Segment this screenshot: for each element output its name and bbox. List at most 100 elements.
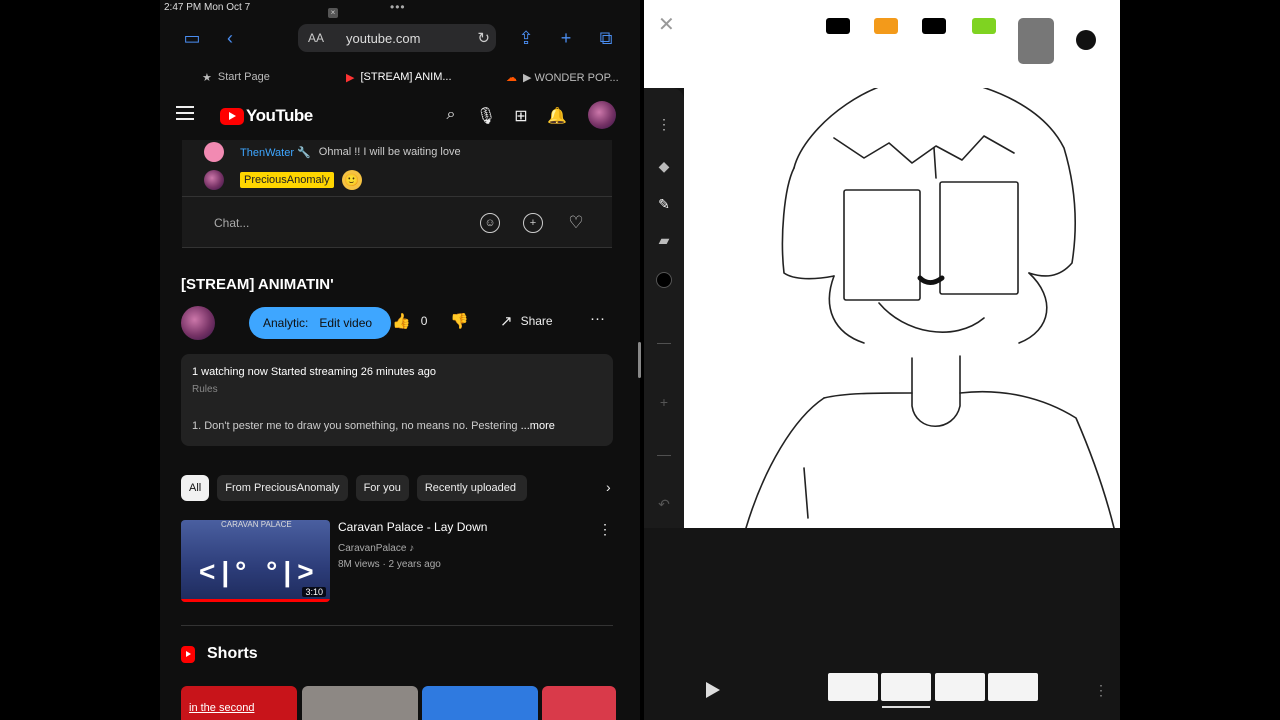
- swatch-black[interactable]: [826, 18, 850, 34]
- edit-video-button[interactable]: Edit video: [315, 316, 379, 330]
- heart-icon[interactable]: ♡: [566, 213, 586, 233]
- youtube-favicon-icon: ▶: [346, 71, 355, 84]
- chevron-right-icon[interactable]: ›: [606, 479, 611, 495]
- fill-bucket-icon[interactable]: ◆: [654, 156, 674, 176]
- youtube-wordmark: YouTube: [246, 106, 313, 125]
- chat-emoji: 🙂: [341, 170, 362, 190]
- close-tab-icon[interactable]: ×: [328, 8, 338, 18]
- tool-sidebar: ⋮ ◆ ✎ ▰ — + — ↶ ↷: [644, 88, 684, 578]
- owner-actions: Analytic: Edit video: [249, 307, 391, 339]
- drawing-app-pane: ✕ ⋮ ◆ ✎ ▰ — + — ↶ ⋮: [644, 0, 1120, 720]
- create-icon[interactable]: ⊞: [510, 106, 532, 126]
- crosshair-icon[interactable]: +: [654, 392, 674, 412]
- tabs-overview-icon[interactable]: ⧉: [592, 26, 620, 50]
- chip-all[interactable]: All: [181, 475, 210, 501]
- microphone-icon[interactable]: 🎙: [475, 106, 497, 126]
- recommended-channel[interactable]: CaravanPalace ♪: [338, 543, 414, 554]
- sidebar-icon[interactable]: ▭: [178, 26, 206, 50]
- tab-label: ▶ WONDER POP...: [523, 71, 619, 84]
- play-icon[interactable]: [706, 682, 720, 698]
- dislike-button[interactable]: 👎: [450, 312, 469, 330]
- eraser-icon[interactable]: ▰: [654, 230, 674, 250]
- chat-text: Ohmal !! I will be waiting love: [318, 146, 461, 158]
- reload-icon[interactable]: ↻: [477, 29, 490, 47]
- share-icon[interactable]: ⇪: [512, 26, 540, 50]
- more-link[interactable]: ...more: [518, 420, 555, 432]
- tab-label: [STREAM] ANIM...: [360, 71, 452, 83]
- short-thumbnail[interactable]: in the second: [181, 686, 297, 720]
- like-button[interactable]: 👍 0: [392, 312, 427, 330]
- section-divider: [181, 625, 613, 626]
- search-icon[interactable]: ⌕: [440, 106, 462, 124]
- safari-youtube-pane: 2:47 PM Mon Oct 7 ••• ▭ ‹ AA youtube.com…: [160, 0, 640, 720]
- youtube-play-icon: [220, 107, 244, 125]
- notifications-icon[interactable]: 🔔: [546, 106, 568, 126]
- new-tab-icon[interactable]: +: [552, 26, 580, 50]
- safari-toolbar: ▭ ‹ AA youtube.com ↻ ⇪ + ⧉: [160, 18, 640, 62]
- youtube-header: YouTube ⌕ 🎙 ⊞ 🔔: [160, 98, 640, 136]
- more-vertical-icon[interactable]: ⋮: [654, 114, 674, 134]
- current-color-icon[interactable]: [1076, 30, 1096, 50]
- split-view-handle[interactable]: [638, 342, 641, 378]
- chip-recently-uploaded[interactable]: Recently uploaded: [416, 475, 527, 501]
- chat-owner-badge[interactable]: PreciousAnomaly: [240, 172, 334, 188]
- video-menu-icon[interactable]: ⋮: [598, 521, 612, 538]
- timeline-frame[interactable]: [828, 673, 878, 701]
- live-chat-panel: ThenWater 🔧 Ohmal !! I will be waiting l…: [182, 140, 612, 248]
- tab-start-page[interactable]: ★ Start Page: [160, 64, 322, 90]
- shorts-header: Shorts: [181, 645, 258, 663]
- drawing-canvas[interactable]: [684, 88, 1120, 528]
- swatch-black-2[interactable]: [922, 18, 946, 34]
- star-icon: ★: [202, 71, 212, 84]
- opacity-slider[interactable]: —: [654, 444, 674, 464]
- short-thumbnail[interactable]: [542, 686, 616, 720]
- share-label: Share: [520, 314, 553, 328]
- multitask-dots[interactable]: •••: [390, 0, 406, 14]
- brush-icon[interactable]: ✎: [654, 194, 674, 214]
- timeline-menu-icon[interactable]: ⋮: [1094, 682, 1108, 699]
- swatch-orange[interactable]: [874, 18, 898, 34]
- watch-progress-bar: [181, 599, 330, 602]
- short-thumbnail[interactable]: [422, 686, 538, 720]
- chat-input[interactable]: Chat...: [214, 216, 249, 230]
- chip-for-you[interactable]: For you: [355, 475, 409, 501]
- timeline-frame[interactable]: [988, 673, 1038, 701]
- tab-wonder-pop[interactable]: ☁ ▶ WONDER POP...: [482, 64, 640, 90]
- thumbnail-face-text: <|° °|>: [199, 556, 320, 587]
- analytics-button[interactable]: Analytic:: [249, 316, 315, 330]
- add-icon[interactable]: +: [523, 213, 543, 233]
- emoji-icon[interactable]: ☺: [480, 213, 500, 233]
- menu-icon[interactable]: [176, 106, 194, 120]
- soundcloud-favicon-icon: ☁: [506, 71, 517, 84]
- shorts-title: Shorts: [207, 645, 258, 662]
- timeline-frame[interactable]: [935, 673, 985, 701]
- channel-avatar[interactable]: [181, 306, 215, 340]
- chat-divider: [182, 196, 612, 197]
- thumbnail-brand-text: CARAVAN PALACE: [221, 520, 292, 529]
- layer-thumbnail[interactable]: [1018, 18, 1054, 64]
- close-icon[interactable]: ✕: [658, 12, 675, 37]
- reader-aa-button[interactable]: AA: [308, 31, 324, 45]
- timeline-frame[interactable]: [881, 673, 931, 701]
- undo-icon[interactable]: ↶: [654, 494, 674, 514]
- sketch-drawing: [745, 88, 1115, 528]
- back-icon[interactable]: ‹: [216, 26, 244, 50]
- chat-author[interactable]: ThenWater 🔧: [240, 146, 311, 159]
- share-button[interactable]: ↗ Share: [500, 312, 553, 330]
- address-bar[interactable]: AA youtube.com ↻: [298, 24, 496, 52]
- recommended-title[interactable]: Caravan Palace - Lay Down: [338, 520, 487, 534]
- youtube-logo[interactable]: YouTube: [220, 106, 313, 126]
- video-thumbnail[interactable]: CARAVAN PALACE <|° °|> 3:10: [181, 520, 330, 602]
- size-slider-top[interactable]: —: [654, 332, 674, 352]
- account-avatar[interactable]: [588, 101, 616, 129]
- safari-tab-strip: ★ Start Page ▶ [STREAM] ANIM... ☁ ▶ WOND…: [160, 64, 640, 90]
- description-box[interactable]: 1 watching now Started streaming 26 minu…: [181, 354, 613, 446]
- color-dot-icon[interactable]: [654, 270, 674, 290]
- chip-from-channel[interactable]: From PreciousAnomaly: [217, 475, 348, 501]
- short-thumbnail[interactable]: [302, 686, 418, 720]
- status-time: 2:47 PM Mon Oct 7: [164, 2, 251, 13]
- more-actions-icon[interactable]: ···: [590, 310, 605, 327]
- tab-stream[interactable]: ▶ [STREAM] ANIM...: [322, 64, 482, 90]
- short-caption: in the second: [189, 702, 255, 714]
- swatch-green[interactable]: [972, 18, 996, 34]
